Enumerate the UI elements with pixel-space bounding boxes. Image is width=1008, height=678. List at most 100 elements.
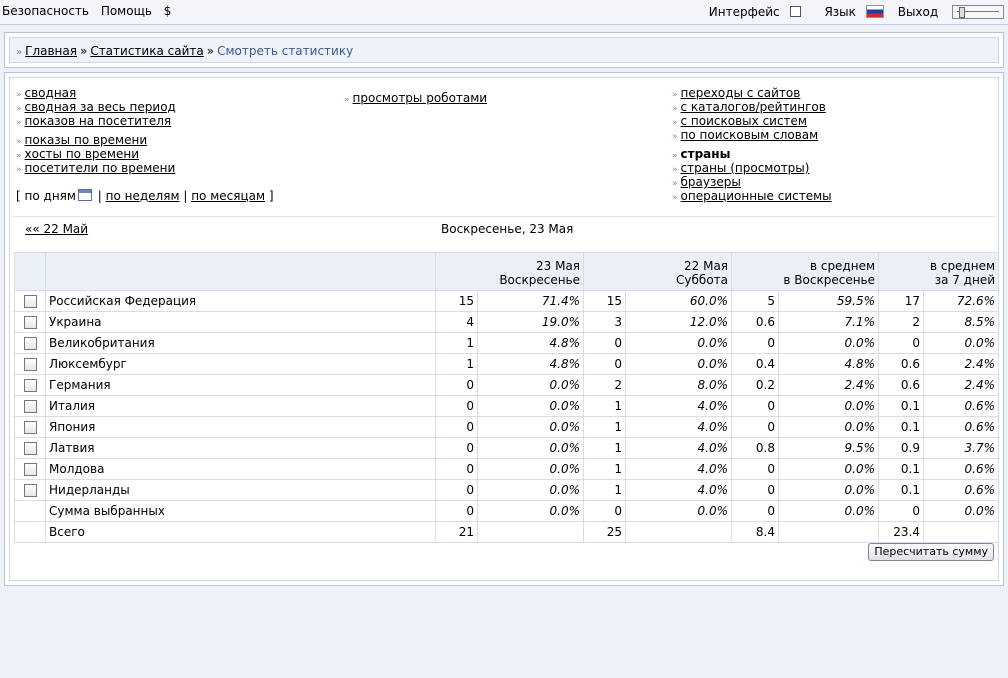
row-checkbox-cell <box>14 521 46 543</box>
value-cell: 2 <box>583 374 627 396</box>
bullet-icon: » <box>16 90 22 100</box>
period-selector: [ по дням | по неделям | по месяцам ] <box>16 189 274 203</box>
nav-column-1: » сводная » сводная за весь период » показо… <box>16 86 176 175</box>
nav-views-by-time[interactable]: показы по времени <box>25 133 148 147</box>
percent-cell <box>476 521 585 543</box>
nav-search-words[interactable]: по поисковым словам <box>681 128 819 142</box>
top-controls: Интерфейс Язык Выход <box>689 4 1004 19</box>
nav-referrers[interactable]: переходы с сайтов <box>681 86 801 100</box>
nav-countries-views[interactable]: страны (просмотры) <box>681 161 810 175</box>
header-col: в среднем за 7 дней <box>878 252 1000 291</box>
security-link[interactable]: Безопасность <box>2 4 89 18</box>
billing-link[interactable]: $ <box>164 4 172 18</box>
value-cell: 0 <box>731 332 780 354</box>
country-name: Российская Федерация <box>45 290 436 312</box>
value-cell: 5 <box>731 290 780 312</box>
interface-control[interactable]: Интерфейс <box>699 4 801 19</box>
row-checkbox-cell <box>14 395 46 417</box>
row-checkbox[interactable] <box>23 463 37 476</box>
value-cell: 0 <box>435 479 478 501</box>
interface-label: Интерфейс <box>708 4 780 19</box>
row-checkbox[interactable] <box>23 358 37 371</box>
size-slider-icon[interactable] <box>952 4 1004 19</box>
value-cell: 0 <box>731 479 780 501</box>
row-checkbox[interactable] <box>23 379 37 392</box>
country-name: Люксембург <box>45 353 436 375</box>
breadcrumb: » Главная» Статистика сайта» Смотреть стати… <box>16 44 353 58</box>
total-row: Всего 21 25 8.4 23.4 <box>14 521 1000 543</box>
previous-day-link[interactable]: «« 22 Май <box>25 222 88 236</box>
recalculate-sum-button[interactable]: Пересчитать сумму <box>868 543 994 561</box>
nav-summary-all-period[interactable]: сводная за весь период <box>25 100 176 114</box>
row-checkbox[interactable] <box>23 400 37 413</box>
row-checkbox[interactable] <box>23 295 37 308</box>
interface-box-icon <box>789 6 801 18</box>
nav-summary[interactable]: сводная <box>25 86 77 100</box>
nav-column-3: » переходы с сайтов » с каталогов/рейтинго… <box>672 86 832 203</box>
value-cell: 0 <box>435 437 478 459</box>
percent-cell: 0.6% <box>923 416 1000 438</box>
breadcrumb-home[interactable]: Главная <box>25 44 77 58</box>
percent-cell: 4.8% <box>476 353 585 375</box>
table-row: Япония 0 0.0% 1 4.0% 0 0.0% 0.1 0.6% <box>14 416 1000 438</box>
value-cell: 8.4 <box>731 521 780 543</box>
percent-cell: 0.0% <box>778 500 880 522</box>
bracket-open: [ <box>16 189 21 203</box>
period-by-weeks[interactable]: по неделям <box>106 189 180 203</box>
language-control[interactable]: Язык <box>814 4 884 19</box>
value-cell: 0 <box>583 500 627 522</box>
percent-cell: 0.6% <box>923 395 1000 417</box>
percent-cell: 0.0% <box>476 500 585 522</box>
period-by-months[interactable]: по месяцам <box>191 189 265 203</box>
bullet-icon: » <box>672 90 678 100</box>
row-checkbox[interactable] <box>23 484 37 497</box>
help-link[interactable]: Помощь <box>101 4 152 18</box>
header-col: 23 Мая Воскресенье <box>434 252 585 291</box>
country-name: Нидерланды <box>45 479 436 501</box>
nav-operating-systems[interactable]: операционные системы <box>681 189 832 203</box>
countries-table: 23 Мая Воскресенье 22 Мая Суббота в средне… <box>14 252 1000 543</box>
row-checkbox-cell <box>14 500 46 522</box>
value-cell: 0 <box>435 500 478 522</box>
nav-search-engines[interactable]: с поисковых систем <box>681 114 807 128</box>
row-checkbox[interactable] <box>23 442 37 455</box>
logout-link[interactable]: Выход <box>898 5 938 19</box>
value-cell: 0 <box>435 416 478 438</box>
row-checkbox[interactable] <box>23 316 37 329</box>
percent-cell <box>923 521 1000 543</box>
value-cell: 25 <box>583 521 627 543</box>
calendar-icon[interactable] <box>77 189 92 201</box>
row-checkbox[interactable] <box>23 337 37 350</box>
row-checkbox[interactable] <box>23 421 37 434</box>
percent-cell: 2.4% <box>923 374 1000 396</box>
value-cell: 0.9 <box>878 437 925 459</box>
row-checkbox-cell <box>14 437 46 459</box>
percent-cell: 72.6% <box>923 290 1000 312</box>
breadcrumb-section[interactable]: Статистика сайта <box>90 44 203 58</box>
date-bar: «« 22 Май Воскресенье, 23 Мая <box>11 216 997 239</box>
value-cell: 0 <box>878 500 925 522</box>
percent-cell <box>625 521 733 543</box>
value-cell: 0 <box>435 458 478 480</box>
percent-cell: 0.0% <box>476 437 585 459</box>
value-cell: 0 <box>435 395 478 417</box>
table-row: Украина 4 19.0% 3 12.0% 0.6 7.1% 2 8.5% <box>14 311 1000 333</box>
nav-robot-views[interactable]: просмотры роботами <box>353 91 488 105</box>
percent-cell: 8.0% <box>625 374 733 396</box>
nav-views-per-visitor[interactable]: показов на посетителя <box>25 114 172 128</box>
nav-catalogs[interactable]: с каталогов/рейтингов <box>681 100 826 114</box>
nav-visitors-by-time[interactable]: посетители по времени <box>25 161 176 175</box>
percent-cell: 0.0% <box>778 479 880 501</box>
table-header-row: 23 Мая Воскресенье 22 Мая Суббота в средне… <box>14 252 1000 291</box>
language-label: Язык <box>824 4 856 19</box>
percent-cell: 59.5% <box>778 290 880 312</box>
nav-hosts-by-time[interactable]: хосты по времени <box>25 147 139 161</box>
percent-cell: 7.1% <box>778 311 880 333</box>
value-cell: 1 <box>583 395 627 417</box>
row-checkbox-cell <box>14 416 46 438</box>
bullet-icon: » <box>672 132 678 142</box>
nav-browsers[interactable]: браузеры <box>681 175 741 189</box>
breadcrumb-separator: » <box>206 44 215 58</box>
header-checkbox-col <box>14 252 46 291</box>
value-cell: 15 <box>583 290 627 312</box>
